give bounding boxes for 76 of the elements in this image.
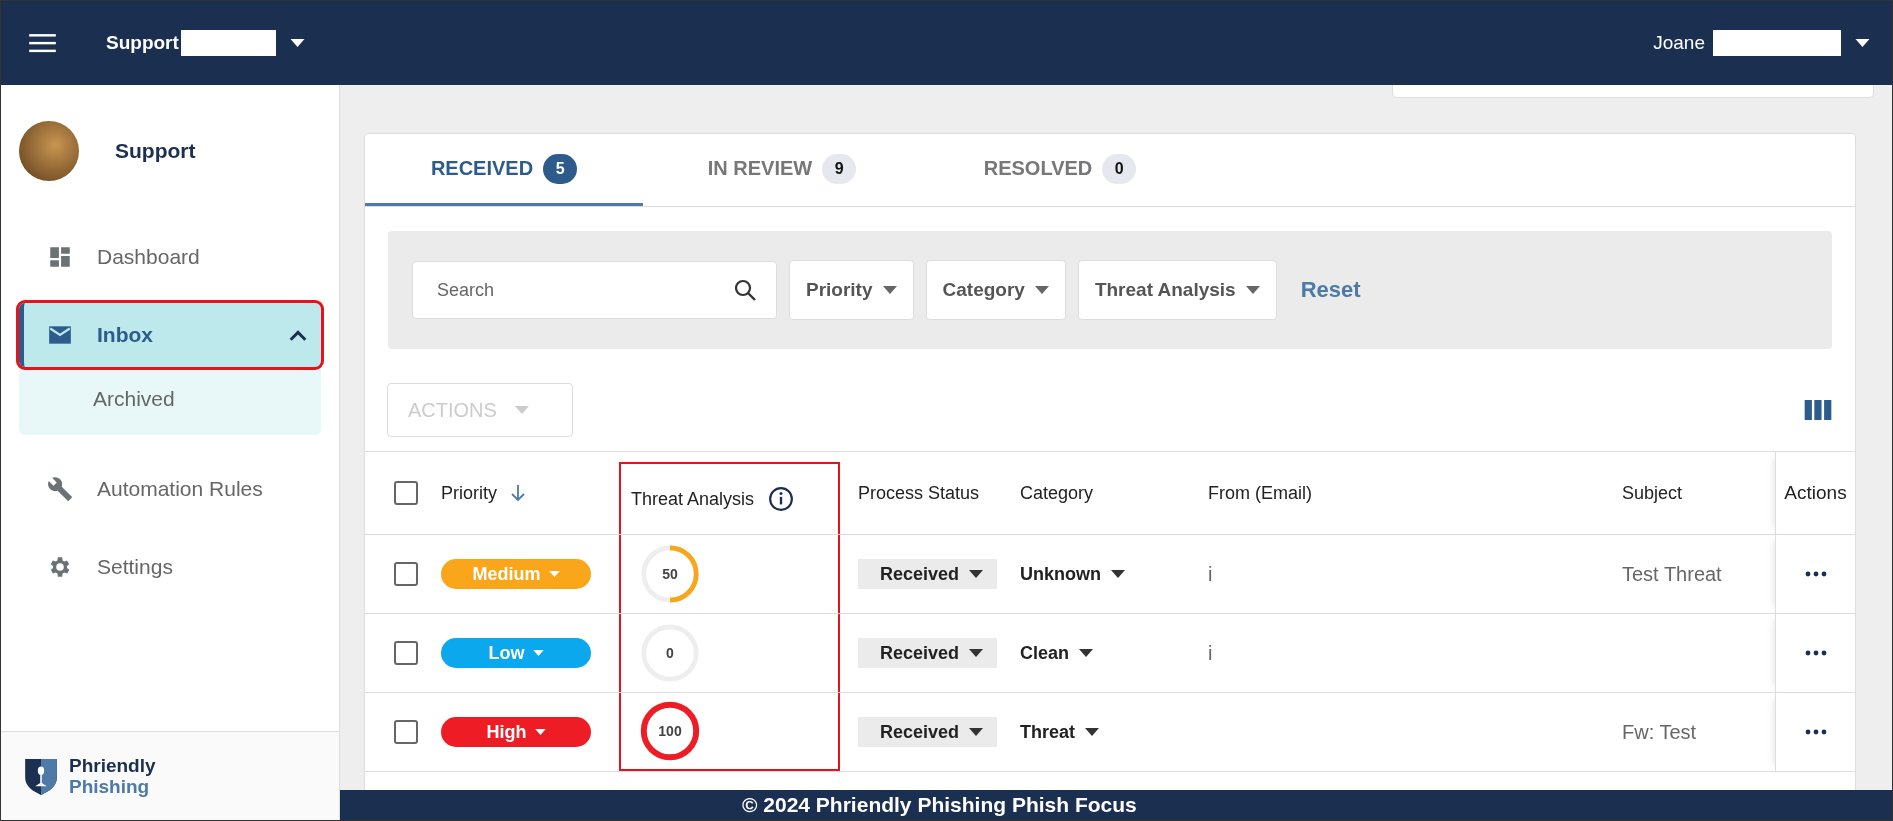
checkbox[interactable] — [394, 481, 418, 505]
checkbox[interactable] — [394, 562, 418, 586]
caret-icon — [969, 728, 984, 736]
subject-text: Fw: Test — [1622, 720, 1697, 744]
caret-icon — [1245, 286, 1260, 294]
info-icon[interactable] — [768, 486, 795, 512]
caret-icon — [532, 650, 544, 656]
caret-icon — [882, 286, 897, 294]
filter-dropdown[interactable]: Priority — [789, 260, 914, 320]
more-options-icon[interactable] — [1803, 571, 1828, 577]
filter-dropdown[interactable]: Threat Analysis — [1077, 260, 1277, 320]
status-dropdown[interactable]: Received — [858, 638, 998, 668]
caret-icon — [1034, 286, 1049, 294]
score-value: 100 — [658, 723, 682, 739]
more-options-icon[interactable] — [1803, 729, 1828, 735]
status-dropdown[interactable]: Received — [858, 559, 998, 589]
sidebar-subitem[interactable]: Archived — [19, 367, 321, 417]
tab[interactable]: RESOLVED 0 — [921, 134, 1199, 206]
count-badge: 0 — [1102, 153, 1137, 184]
more-options-icon[interactable] — [1803, 650, 1828, 656]
reset-link[interactable]: Reset — [1300, 277, 1361, 303]
checkbox[interactable] — [394, 641, 418, 665]
sidebar-item[interactable]: Automation Rules — [19, 457, 321, 521]
columns-icon[interactable] — [1804, 400, 1832, 420]
caret-icon[interactable] — [289, 39, 305, 47]
caret-icon — [969, 570, 984, 578]
column-header[interactable]: Process Status — [858, 482, 980, 504]
column-header[interactable]: Priority — [441, 482, 497, 504]
sidebar-item[interactable]: Settings — [19, 535, 321, 599]
column-header[interactable]: Subject — [1622, 482, 1683, 504]
caret-icon — [1085, 728, 1099, 736]
score-ring — [639, 700, 701, 762]
category-dropdown[interactable]: Threat — [1020, 721, 1099, 743]
search-icon — [733, 278, 757, 302]
arrow-down-icon[interactable] — [511, 484, 525, 502]
shield-logo-icon — [25, 757, 57, 795]
wrench-icon — [47, 476, 73, 502]
sender-email: i — [1208, 641, 1213, 665]
caret-icon — [969, 649, 984, 657]
filter-dropdown[interactable]: Category — [925, 260, 1066, 320]
column-header[interactable]: Category — [1020, 482, 1094, 504]
tab[interactable]: RECEIVED 5 — [365, 134, 643, 206]
count-badge: 9 — [822, 153, 857, 184]
caret-icon — [548, 571, 560, 577]
caret-icon — [534, 729, 546, 735]
sidebar-item[interactable]: Inbox — [19, 303, 321, 367]
score-value: 50 — [662, 566, 678, 582]
caret-icon — [1111, 570, 1125, 578]
status-dropdown[interactable]: Received — [858, 717, 998, 747]
search-field[interactable]: Search — [412, 261, 777, 319]
tab[interactable]: IN REVIEW 9 — [643, 134, 921, 206]
logo-text: Phriendly — [69, 755, 156, 776]
column-header[interactable]: Actions — [1784, 482, 1847, 504]
caret-icon — [514, 406, 529, 414]
avatar-photo-placeholder — [19, 121, 79, 181]
menu-icon[interactable] — [29, 33, 56, 53]
dashboard-icon — [47, 244, 73, 270]
column-header[interactable]: From (Email) — [1208, 482, 1312, 504]
category-dropdown[interactable]: Clean — [1020, 642, 1094, 664]
subject-text: Test Threat — [1622, 562, 1722, 586]
profile-name: Support — [115, 139, 196, 163]
column-header[interactable]: Threat Analysis — [631, 488, 755, 510]
copyright-text: © 2024 Phriendly Phishing Phish Focus — [742, 793, 1137, 817]
count-badge: 5 — [543, 153, 578, 184]
priority-dropdown[interactable]: High — [441, 717, 591, 747]
score-ring — [639, 543, 701, 605]
caret-icon — [1079, 649, 1094, 657]
user-name[interactable]: Joane — [1653, 32, 1705, 54]
category-dropdown[interactable]: Unknown — [1020, 563, 1125, 585]
logo-text: Phishing — [69, 776, 151, 797]
caret-icon[interactable] — [1855, 39, 1870, 47]
sender-email: i — [1208, 562, 1213, 586]
score-value: 0 — [666, 645, 674, 661]
sidebar-item[interactable]: Dashboard — [19, 225, 321, 289]
organization-name[interactable]: Support — [106, 32, 179, 54]
checkbox[interactable] — [394, 720, 418, 744]
